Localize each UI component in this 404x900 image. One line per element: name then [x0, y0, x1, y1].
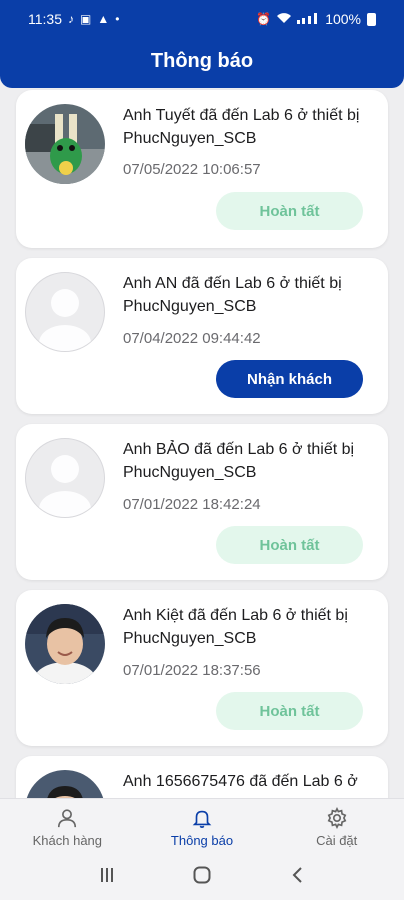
notification-message: Anh Kiệt đã đến Lab 6 ở thiết bị PhucNgu…: [123, 607, 348, 647]
battery-icon: [367, 12, 376, 26]
notification-message: Anh BẢO đã đến Lab 6 ở thiết bị PhucNguy…: [123, 441, 355, 481]
signal-icon: [297, 12, 319, 26]
notification-card[interactable]: Anh Kiệt đã đến Lab 6 ở thiết bị PhucNgu…: [16, 590, 388, 746]
status-time: 11:35: [28, 11, 62, 27]
nav-customers[interactable]: Khách hàng: [0, 799, 135, 854]
avatar: [25, 104, 105, 184]
bell-icon: [192, 810, 212, 828]
notification-card[interactable]: Anh 1656675476 đã đến Lab 6 ở: [16, 756, 388, 798]
notification-time: 07/01/2022 18:37:56: [123, 662, 261, 679]
notification-card[interactable]: Anh AN đã đến Lab 6 ở thiết bị PhucNguye…: [16, 258, 388, 414]
wifi-icon: [277, 12, 292, 26]
notification-list[interactable]: Anh Tuyết đã đến Lab 6 ở thiết bị PhucNg…: [0, 88, 404, 798]
gear-icon: [327, 807, 347, 829]
nav-settings[interactable]: Cài đặt: [269, 799, 404, 854]
notification-message: Anh 1656675476 đã đến Lab 6 ở: [123, 773, 358, 790]
avatar-placeholder: [25, 272, 105, 352]
nav-notifications-label: Thông báo: [170, 833, 234, 848]
page-title: Thông báo: [150, 50, 254, 72]
nav-notifications[interactable]: Thông báo: [135, 799, 270, 854]
battery-percent: 100%: [325, 11, 361, 27]
app-header: 11:35 ♪ ▣ ▲ • ⏰ 100% Thông báo: [0, 0, 404, 88]
tiktok-icon: ♪: [68, 12, 74, 26]
complete-button[interactable]: Hoàn tất: [216, 692, 363, 730]
warning-icon: ▲: [97, 12, 110, 26]
complete-button[interactable]: Hoàn tất: [216, 192, 363, 230]
nav-settings-label: Cài đặt: [316, 833, 358, 848]
avatar: [25, 604, 105, 684]
back-icon[interactable]: [277, 866, 317, 889]
accept-guest-button[interactable]: Nhận khách: [216, 360, 363, 398]
notification-message: Anh Tuyết đã đến Lab 6 ở thiết bị PhucNg…: [123, 107, 360, 147]
system-navigation: [0, 854, 404, 900]
avatar: [25, 770, 105, 798]
alarm-icon: ⏰: [256, 12, 272, 26]
status-bar: 11:35 ♪ ▣ ▲ • ⏰ 100%: [0, 0, 404, 38]
notification-card[interactable]: Anh BẢO đã đến Lab 6 ở thiết bị PhucNguy…: [16, 424, 388, 580]
avatar-placeholder: [25, 438, 105, 518]
dot-icon: •: [115, 12, 120, 26]
app-notification-icon: ▣: [80, 12, 92, 26]
home-icon[interactable]: [182, 866, 222, 889]
nav-customers-label: Khách hàng: [32, 833, 103, 848]
notification-message: Anh AN đã đến Lab 6 ở thiết bị PhucNguye…: [123, 275, 342, 315]
notification-time: 07/05/2022 10:06:57: [123, 161, 261, 178]
complete-button[interactable]: Hoàn tất: [216, 526, 363, 564]
person-icon: [58, 809, 77, 828]
bottom-navigation: Khách hàng Thông báo Cài đặt: [0, 798, 404, 854]
notification-card[interactable]: Anh Tuyết đã đến Lab 6 ở thiết bị PhucNg…: [16, 90, 388, 248]
notification-time: 07/01/2022 18:42:24: [123, 496, 261, 513]
notification-time: 07/04/2022 09:44:42: [123, 330, 261, 347]
recents-icon[interactable]: [87, 867, 127, 888]
